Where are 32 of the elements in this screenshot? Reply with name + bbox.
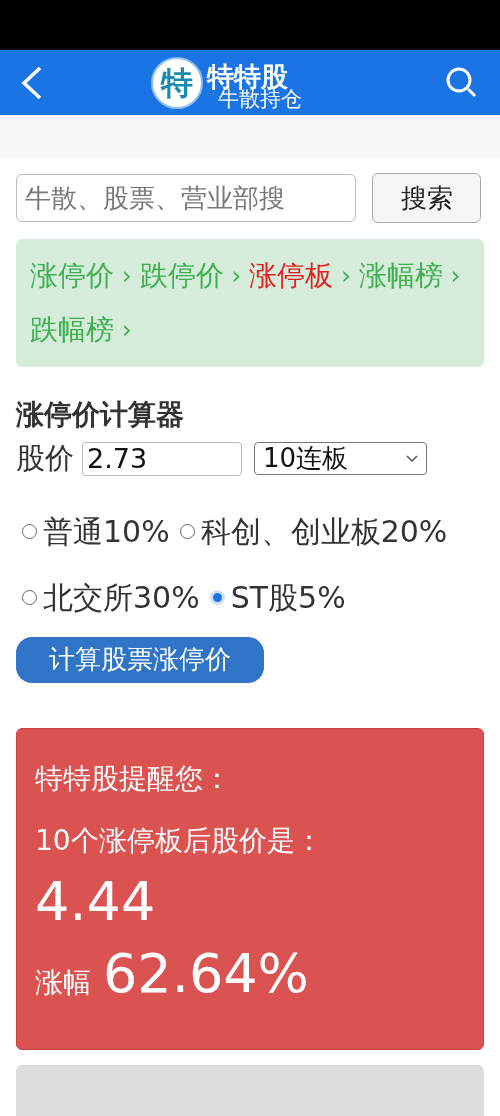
result-heading: 特特股提醒您： <box>35 760 232 797</box>
chevron-icon: › <box>231 249 242 303</box>
chevron-icon: › <box>122 249 132 303</box>
chevron-icon: › <box>122 303 132 357</box>
radio-label: ST股5% <box>230 578 346 617</box>
chevron-icon: › <box>341 249 351 303</box>
price-field[interactable]: 2.73 <box>82 441 242 476</box>
calculator-title: 涨停价计算器 <box>16 397 185 433</box>
nav-link[interactable]: 涨幅榜 <box>358 249 443 303</box>
radio-label: 普通10% <box>43 512 170 551</box>
calculate-button[interactable]: 计算股票涨停价 <box>16 636 264 683</box>
chevron-down-icon <box>406 454 418 463</box>
nav-link[interactable]: 涨停价 <box>30 249 114 303</box>
logo-badge: 特 <box>151 56 203 109</box>
boards-select[interactable]: 10连板 <box>254 442 427 476</box>
search-field[interactable]: 牛散、股票、营业部搜 <box>16 174 356 222</box>
search-button[interactable]: 搜索 <box>372 173 481 223</box>
radio-label: 北交所30% <box>43 578 200 617</box>
result-line: 10个涨停板后股价是： <box>35 822 324 859</box>
chevron-icon: › <box>450 249 461 303</box>
price-label: 股价 <box>16 440 74 477</box>
nav-link[interactable]: 涨停板 <box>249 249 334 303</box>
change-label: 涨幅 <box>35 964 91 1001</box>
change-value: 62.64% <box>103 940 309 1007</box>
nav-link[interactable]: 跌幅榜 <box>30 303 114 357</box>
back-icon[interactable] <box>20 65 44 100</box>
nav-link[interactable]: 跌停价 <box>139 249 224 303</box>
radio-button[interactable] <box>22 524 37 539</box>
radio-label: 科创、创业板20% <box>200 512 448 551</box>
result-price: 4.44 <box>35 868 157 935</box>
radio-button[interactable] <box>179 524 195 539</box>
radio-button[interactable] <box>22 590 37 605</box>
